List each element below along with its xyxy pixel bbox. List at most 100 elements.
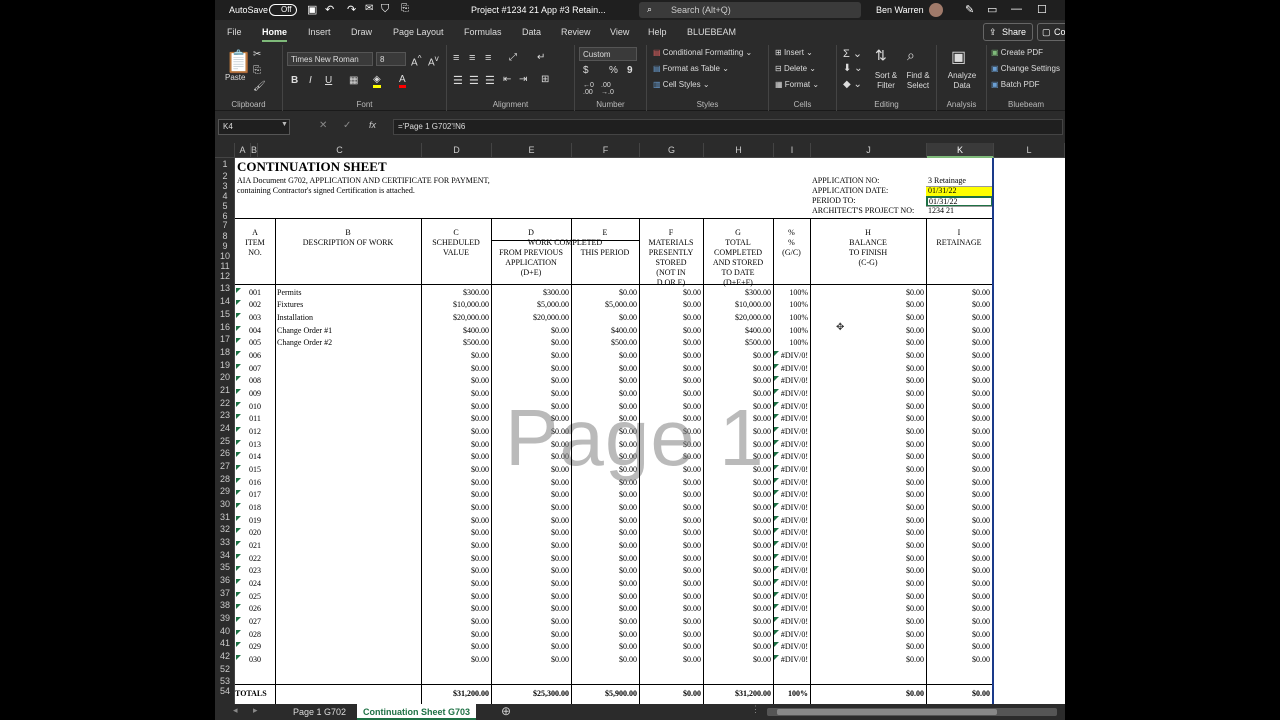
cell-h[interactable]: $0.00 (810, 604, 924, 614)
column-header-j[interactable]: J (811, 143, 927, 158)
cell-h[interactable]: $0.00 (810, 566, 924, 576)
cell-e[interactable]: $0.00 (571, 579, 637, 589)
cell-g[interactable]: $0.00 (703, 592, 771, 602)
name-box-dropdown-icon[interactable]: ▼ (281, 121, 288, 128)
percent-icon[interactable]: % (609, 65, 618, 76)
cell-e[interactable]: $0.00 (571, 313, 637, 323)
fill-color-icon[interactable]: ◈ (373, 74, 381, 88)
table-row[interactable]: 005 Change Order #2 $500.00 $0.00 $500.00 $0.… (235, 338, 992, 350)
cell-c[interactable]: $0.00 (421, 364, 489, 374)
row-header-21[interactable]: 21 (215, 384, 235, 396)
cell-c[interactable]: $0.00 (421, 617, 489, 627)
cell-h[interactable]: $0.00 (810, 478, 924, 488)
cell-no[interactable]: 008 (235, 376, 275, 386)
cell-no[interactable]: 019 (235, 516, 275, 526)
cell-c[interactable]: $0.00 (421, 516, 489, 526)
cell-d[interactable]: $0.00 (491, 566, 569, 576)
table-row[interactable]: 019 $0.00 $0.00 $0.00 $0.00 $0.00 #DIV/0! $0.00… (235, 516, 992, 528)
cell-d[interactable]: $5,000.00 (491, 300, 569, 310)
cell-e[interactable]: $0.00 (571, 604, 637, 614)
row-header-28[interactable]: 28 (215, 473, 235, 485)
application-date-value[interactable]: 01/31/22 (926, 186, 993, 196)
tab-draw[interactable]: Draw (351, 27, 372, 37)
cell-no[interactable]: 029 (235, 642, 275, 652)
font-color-icon[interactable]: A (399, 74, 406, 88)
cell-i[interactable]: $0.00 (926, 364, 990, 374)
cell-e[interactable]: $0.00 (571, 541, 637, 551)
total-e[interactable]: $5,900.00 (571, 689, 637, 699)
column-header-i[interactable]: I (774, 143, 811, 158)
scrollbar-thumb[interactable] (777, 709, 997, 715)
cell-c[interactable]: $0.00 (421, 554, 489, 564)
cell-g[interactable]: $0.00 (703, 490, 771, 500)
cell-h[interactable]: $0.00 (810, 579, 924, 589)
total-pct[interactable]: 100% (773, 689, 808, 699)
cell-f[interactable]: $0.00 (639, 300, 701, 310)
cell-e[interactable]: $0.00 (571, 592, 637, 602)
cell-no[interactable]: 003 (235, 313, 275, 323)
total-i[interactable]: $0.00 (926, 689, 990, 699)
cancel-icon[interactable]: ✕ (319, 120, 327, 131)
cell-h[interactable]: $0.00 (810, 402, 924, 412)
cell-d[interactable]: $0.00 (491, 351, 569, 361)
table-row[interactable]: 007 $0.00 $0.00 $0.00 $0.00 $0.00 #DIV/0! $0.00… (235, 364, 992, 376)
cell-d[interactable]: $0.00 (491, 376, 569, 386)
cell-g[interactable]: $0.00 (703, 617, 771, 627)
cell-c[interactable]: $0.00 (421, 490, 489, 500)
cell-g[interactable]: $20,000.00 (703, 313, 771, 323)
cell-g[interactable]: $0.00 (703, 503, 771, 513)
table-row[interactable]: 029 $0.00 $0.00 $0.00 $0.00 $0.00 #DIV/0! $0.00… (235, 642, 992, 654)
cell-i[interactable]: $0.00 (926, 402, 990, 412)
total-f[interactable]: $0.00 (639, 689, 701, 699)
cell-d[interactable]: $0.00 (491, 516, 569, 526)
row-header-1[interactable]: 1 (215, 158, 235, 170)
row-header-36[interactable]: 36 (215, 574, 235, 586)
cell-f[interactable]: $0.00 (639, 364, 701, 374)
format-painter-icon[interactable]: 🖌 (253, 81, 266, 92)
cell-pct[interactable]: 100% (773, 338, 808, 348)
cell-g[interactable]: $0.00 (703, 566, 771, 576)
table-row[interactable]: 004 Change Order #1 $400.00 $0.00 $400.00 $0.… (235, 326, 992, 338)
cell-i[interactable]: $0.00 (926, 338, 990, 348)
cell-c[interactable]: $0.00 (421, 604, 489, 614)
merge-center-icon[interactable]: ⊞ (541, 74, 549, 85)
cell-e[interactable]: $0.00 (571, 516, 637, 526)
increase-indent-icon[interactable]: ⇥ (519, 74, 527, 85)
cell-f[interactable]: $0.00 (639, 655, 701, 665)
cell-d[interactable]: $0.00 (491, 630, 569, 640)
cell-i[interactable]: $0.00 (926, 465, 990, 475)
table-row[interactable]: 026 $0.00 $0.00 $0.00 $0.00 $0.00 #DIV/0! $0.00… (235, 604, 992, 616)
cell-i[interactable]: $0.00 (926, 351, 990, 361)
sheet-tab-continuation[interactable]: Continuation Sheet G703 (357, 704, 477, 720)
cell-d[interactable]: $0.00 (491, 528, 569, 538)
scroll-left-icon[interactable]: ◂ (233, 705, 238, 716)
totals-row[interactable]: TOTALS $31,200.00 $25,300.00 $5,900.00 $0.00… (235, 689, 992, 701)
cell-e[interactable]: $0.00 (571, 351, 637, 361)
cell-g[interactable]: $10,000.00 (703, 300, 771, 310)
architect-project-value[interactable]: 1234 21 (928, 206, 954, 216)
cell-f[interactable]: $0.00 (639, 642, 701, 652)
cell-g[interactable]: $0.00 (703, 642, 771, 652)
cell-f[interactable]: $0.00 (639, 376, 701, 386)
cell-f[interactable]: $0.00 (639, 490, 701, 500)
cell-d[interactable]: $0.00 (491, 364, 569, 374)
autosave-toggle[interactable]: Off (269, 4, 297, 16)
insert-cells-button[interactable]: ⊞ Insert ⌄ (775, 48, 813, 57)
cell-i[interactable]: $0.00 (926, 516, 990, 526)
cell-c[interactable]: $0.00 (421, 566, 489, 576)
row-header-39[interactable]: 39 (215, 612, 235, 624)
tab-review[interactable]: Review (561, 27, 591, 37)
row-header-20[interactable]: 20 (215, 371, 235, 383)
cell-e[interactable]: $0.00 (571, 630, 637, 640)
cell-h[interactable]: $0.00 (810, 414, 924, 424)
cell-no[interactable]: 017 (235, 490, 275, 500)
tab-file[interactable]: File (227, 27, 242, 37)
cell-h[interactable]: $0.00 (810, 427, 924, 437)
cell-desc[interactable]: Permits (277, 288, 301, 298)
cell-i[interactable]: $0.00 (926, 376, 990, 386)
cell-c[interactable]: $400.00 (421, 326, 489, 336)
create-pdf-button[interactable]: ▣ Create PDF (991, 48, 1043, 57)
tab-split-handle[interactable]: ⋮ (751, 704, 760, 715)
cell-no[interactable]: 030 (235, 655, 275, 665)
change-settings-button[interactable]: ▣ Change Settings (991, 64, 1060, 73)
